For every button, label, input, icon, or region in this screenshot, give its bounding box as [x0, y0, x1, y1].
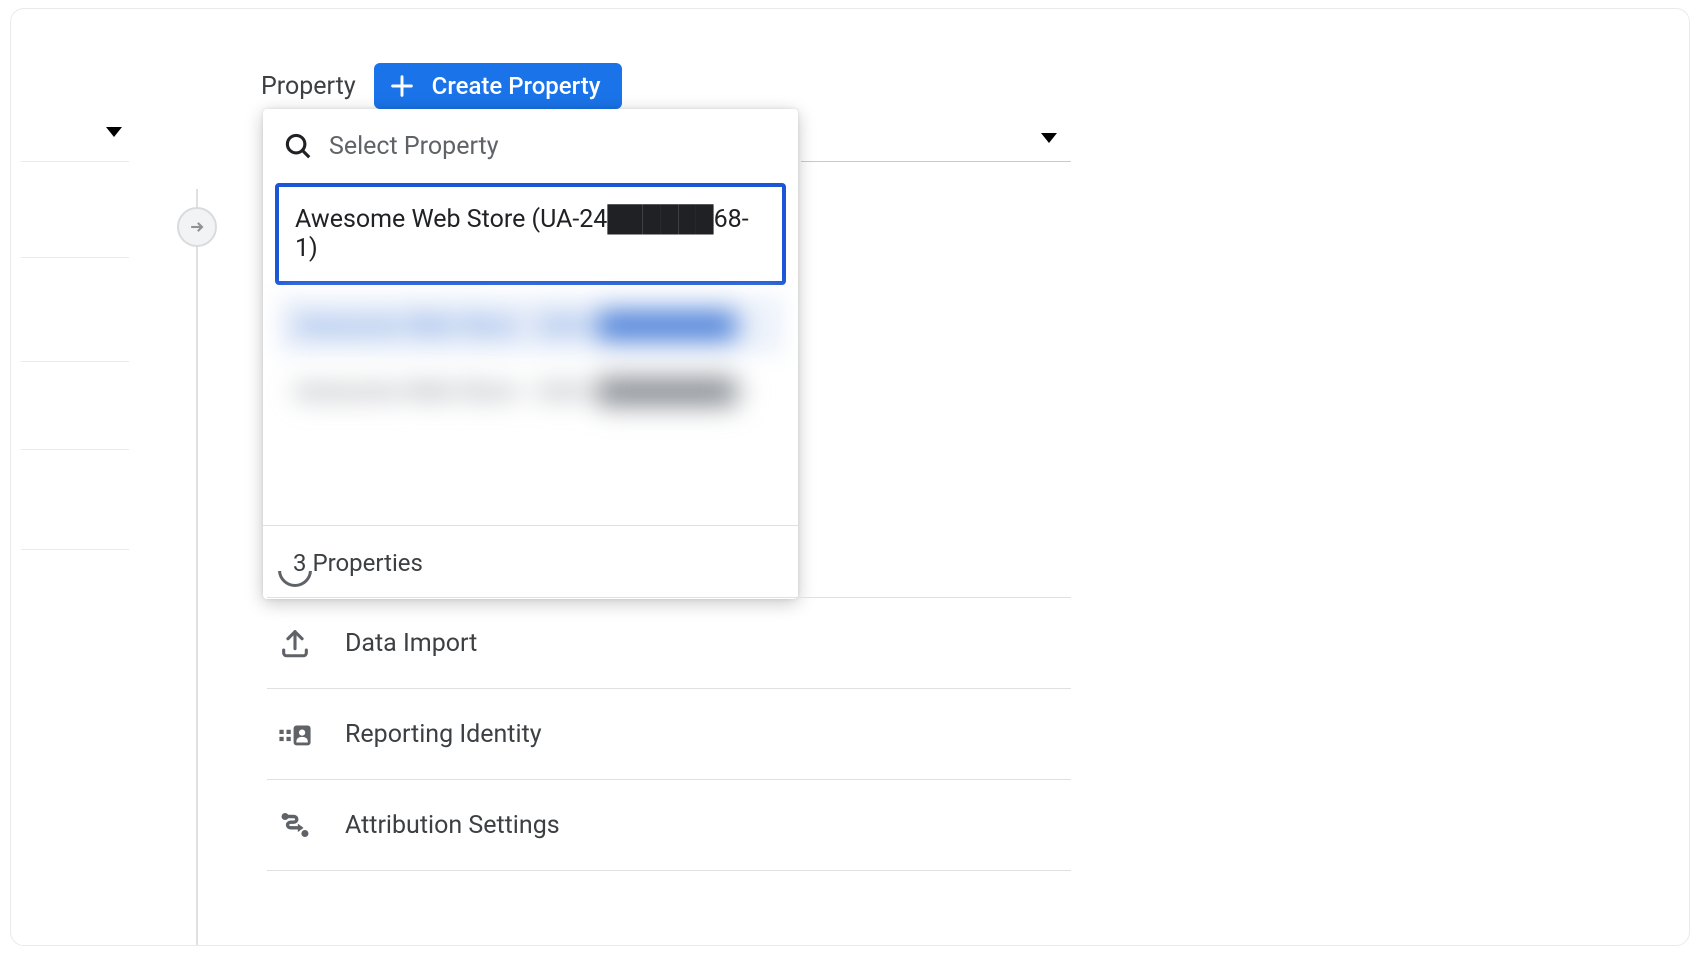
create-property-button[interactable]: Create Property [374, 63, 623, 109]
divider [21, 257, 129, 258]
underline [801, 161, 1071, 162]
search-placeholder: Select Property [329, 132, 499, 161]
identity-icon [277, 717, 313, 751]
divider [21, 161, 129, 162]
menu-item-data-import[interactable]: Data Import [261, 598, 1071, 688]
property-option-label: Awesome Web Store - GA4 (████████) [295, 377, 743, 406]
divider [21, 361, 129, 362]
property-menu: Data Import Reporting Identity [261, 571, 1071, 871]
property-header: Property Create Property [261, 63, 622, 109]
timeline-line [196, 189, 198, 945]
divider [267, 870, 1071, 871]
property-search[interactable]: Select Property [263, 109, 798, 181]
property-option-label: Awesome Web Store - GA4 (████████) [295, 311, 743, 340]
chevron-down-icon[interactable] [106, 127, 122, 137]
divider [21, 549, 129, 550]
menu-item-data-settings[interactable] [261, 571, 1071, 597]
menu-item-label: Attribution Settings [345, 811, 560, 840]
property-option-blurred[interactable]: Awesome Web Store - GA4 (████████) [277, 361, 784, 421]
menu-item-label: Reporting Identity [345, 720, 542, 749]
property-dropdown: Select Property Awesome Web Store (UA-24… [263, 109, 798, 599]
search-icon [283, 131, 313, 161]
move-right-icon[interactable] [177, 207, 217, 247]
menu-item-label: Data Import [345, 629, 477, 658]
menu-item-attribution-settings[interactable]: Attribution Settings [261, 780, 1071, 870]
create-property-label: Create Property [432, 72, 601, 100]
property-option-blurred[interactable]: Awesome Web Store - GA4 (████████) [277, 295, 784, 355]
property-label: Property [261, 72, 356, 101]
app-frame: Property Create Property Select Property [10, 8, 1690, 946]
property-option-selected[interactable]: Awesome Web Store (UA-24██████68-1) [275, 183, 786, 285]
chevron-down-icon[interactable] [1041, 133, 1057, 143]
property-option-label: Awesome Web Store (UA-24██████68-1) [295, 205, 749, 263]
settings-icon [277, 571, 313, 591]
menu-item-reporting-identity[interactable]: Reporting Identity [261, 689, 1071, 779]
attribution-icon [277, 808, 313, 842]
plus-icon [388, 72, 416, 100]
upload-icon [277, 626, 313, 660]
divider [21, 449, 129, 450]
